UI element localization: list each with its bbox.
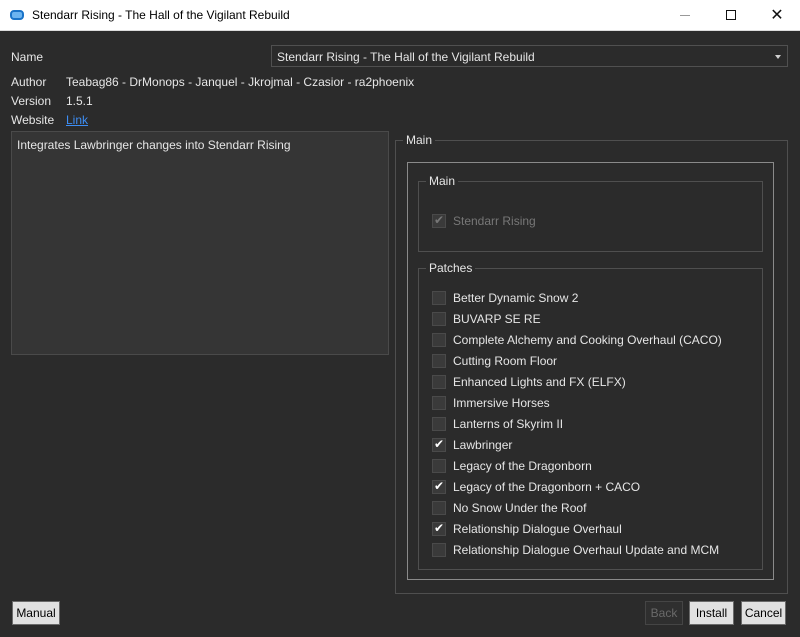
name-select-value: Stendarr Rising - The Hall of the Vigila… bbox=[277, 50, 535, 64]
option-label: Relationship Dialogue Overhaul bbox=[453, 522, 622, 536]
name-select[interactable]: Stendarr Rising - The Hall of the Vigila… bbox=[271, 45, 788, 67]
install-button[interactable]: Install bbox=[689, 601, 734, 625]
option-label: Stendarr Rising bbox=[453, 214, 536, 228]
option-label: Legacy of the Dragonborn bbox=[453, 459, 592, 473]
close-icon: ✕ bbox=[770, 7, 784, 24]
option-no-snow-under-roof[interactable]: No Snow Under the Roof bbox=[432, 501, 586, 515]
author-value: Teabag86 - DrMonops - Janquel - Jkrojmal… bbox=[66, 75, 415, 89]
option-label: Lawbringer bbox=[453, 438, 513, 452]
website-label: Website bbox=[11, 113, 55, 127]
description-box: Integrates Lawbringer changes into Stend… bbox=[11, 131, 389, 355]
checkbox[interactable] bbox=[432, 213, 446, 228]
option-label: Cutting Room Floor bbox=[453, 354, 558, 368]
checkbox[interactable] bbox=[432, 291, 446, 305]
version-label: Version bbox=[11, 94, 52, 108]
checkbox[interactable] bbox=[432, 521, 446, 536]
option-elfx[interactable]: Enhanced Lights and FX (ELFX) bbox=[432, 375, 626, 389]
close-button[interactable]: ✕ bbox=[754, 0, 800, 30]
option-rdo-update-mcm[interactable]: Relationship Dialogue Overhaul Update an… bbox=[432, 543, 719, 557]
option-lanterns-of-skyrim[interactable]: Lanterns of Skyrim II bbox=[432, 417, 563, 431]
checkbox[interactable] bbox=[432, 417, 446, 431]
option-label: BUVARP SE RE bbox=[453, 312, 541, 326]
back-button[interactable]: Back bbox=[645, 601, 683, 625]
author-label: Author bbox=[11, 75, 47, 89]
option-cutting-room-floor[interactable]: Cutting Room Floor bbox=[432, 354, 557, 368]
option-label: Relationship Dialogue Overhaul Update an… bbox=[453, 543, 720, 557]
option-label: Enhanced Lights and FX (ELFX) bbox=[453, 375, 626, 389]
checkbox[interactable] bbox=[432, 396, 446, 410]
checkbox[interactable] bbox=[432, 543, 446, 557]
step-title: Main bbox=[403, 133, 436, 147]
checkbox[interactable] bbox=[432, 501, 446, 515]
option-buvarp[interactable]: BUVARP SE RE bbox=[432, 312, 541, 326]
option-stendarr-rising[interactable]: Stendarr Rising bbox=[432, 213, 536, 228]
patches-group-title: Patches bbox=[426, 261, 476, 275]
option-legacy-dragonborn[interactable]: Legacy of the Dragonborn bbox=[432, 459, 592, 473]
cancel-button[interactable]: Cancel bbox=[741, 601, 786, 625]
option-better-dynamic-snow[interactable]: Better Dynamic Snow 2 bbox=[432, 291, 578, 305]
checkbox[interactable] bbox=[432, 375, 446, 389]
name-label: Name bbox=[11, 50, 44, 64]
checkbox[interactable] bbox=[432, 354, 446, 368]
title-bar: Stendarr Rising - The Hall of the Vigila… bbox=[0, 0, 800, 31]
minimize-button[interactable] bbox=[662, 0, 708, 30]
option-label: Better Dynamic Snow 2 bbox=[453, 291, 579, 305]
checkbox[interactable] bbox=[432, 312, 446, 326]
option-lawbringer[interactable]: Lawbringer bbox=[432, 437, 513, 452]
option-label: Complete Alchemy and Cooking Overhaul (C… bbox=[453, 333, 722, 347]
option-label: Legacy of the Dragonborn + CACO bbox=[453, 480, 641, 494]
checkbox[interactable] bbox=[432, 437, 446, 452]
minimize-icon bbox=[680, 14, 690, 16]
checkbox[interactable] bbox=[432, 479, 446, 494]
maximize-icon bbox=[726, 10, 736, 20]
version-value: 1.5.1 bbox=[66, 94, 93, 108]
option-caco[interactable]: Complete Alchemy and Cooking Overhaul (C… bbox=[432, 333, 722, 347]
checkbox[interactable] bbox=[432, 333, 446, 347]
chevron-down-icon bbox=[775, 55, 781, 59]
option-label: No Snow Under the Roof bbox=[453, 501, 587, 515]
checkbox[interactable] bbox=[432, 459, 446, 473]
app-icon bbox=[10, 10, 24, 20]
main-group-title: Main bbox=[426, 174, 459, 188]
window-title: Stendarr Rising - The Hall of the Vigila… bbox=[32, 8, 290, 22]
option-immersive-horses[interactable]: Immersive Horses bbox=[432, 396, 550, 410]
website-link[interactable]: Link bbox=[66, 113, 88, 127]
option-label: Lanterns of Skyrim II bbox=[453, 417, 564, 431]
description-text: Integrates Lawbringer changes into Stend… bbox=[17, 138, 291, 152]
option-legacy-dragonborn-caco[interactable]: Legacy of the Dragonborn + CACO bbox=[432, 479, 641, 494]
maximize-button[interactable] bbox=[708, 0, 754, 30]
option-rdo[interactable]: Relationship Dialogue Overhaul bbox=[432, 521, 622, 536]
manual-button[interactable]: Manual bbox=[12, 601, 60, 625]
option-label: Immersive Horses bbox=[453, 396, 550, 410]
